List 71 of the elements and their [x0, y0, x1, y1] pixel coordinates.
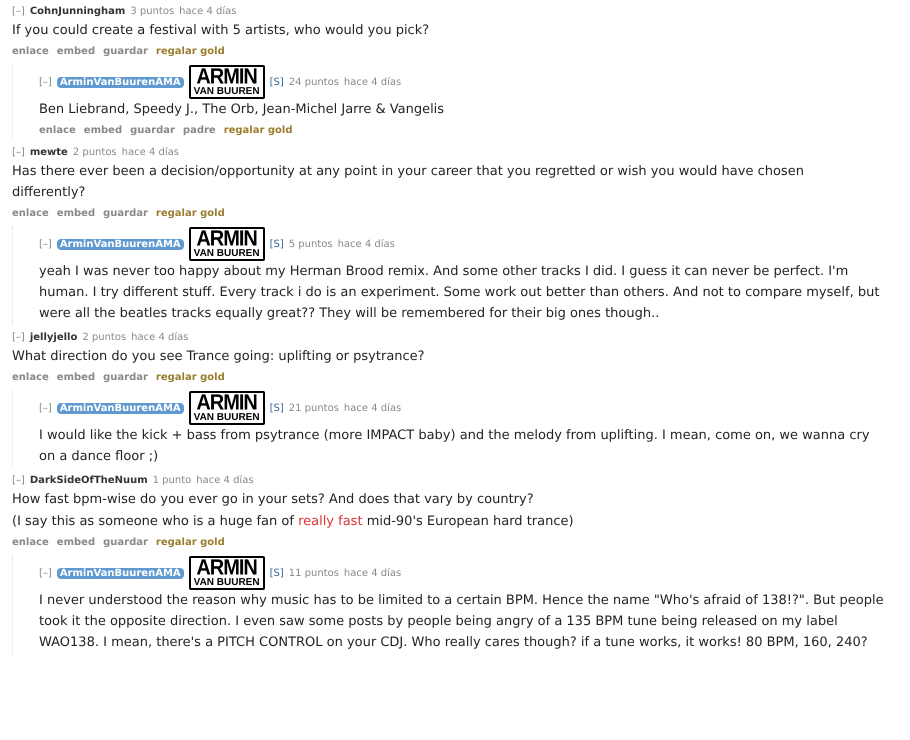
comment-score: 1 punto — [152, 474, 192, 486]
comment-time: hace 4 días — [179, 6, 236, 16]
comment-score: 3 puntos — [130, 6, 174, 16]
username-link[interactable]: mewte — [30, 146, 68, 158]
username-link[interactable]: ArminVanBuurenAMA — [56, 568, 184, 578]
comment-action-link[interactable]: guardar — [103, 208, 148, 219]
username-link[interactable]: ArminVanBuurenAMA — [56, 238, 184, 250]
comment-time: hace 4 días — [122, 146, 179, 158]
comment-action-link[interactable]: enlace — [12, 46, 49, 57]
comment-action-link[interactable]: embed — [56, 46, 96, 57]
comment-text: I never understood the reason why music has to be limited to a certain BPM. Hence the name "Who's afraid of 138!?". But people took it the opposite direction. I even saw some posts by people being angry of a 135 BPM tune being released on my label WAO138. I mean, there's a PITCH CONTROL on your CDJ. Who really cares though? if a tune works, it works! 80 BPM, 160, 240? — [39, 592, 885, 652]
gift-award-link[interactable]: regalar gold — [156, 537, 225, 548]
collapse-toggle[interactable]: [–] — [12, 474, 25, 486]
user-flair: ARMIN VAN BUUREN — [188, 227, 265, 261]
comment-time: hace 4 días — [338, 238, 395, 250]
comment-score: 24 puntos — [288, 76, 339, 88]
comment-action-link[interactable]: embed — [56, 537, 96, 548]
comment-text: I would like the kick + bass from psytrance (more IMPACT baby) and the melody from uplifting. I mean, come on, we wanna cry on a dance floor ;) — [39, 427, 871, 466]
comment-score: 2 puntos — [72, 146, 117, 158]
user-flair: ARMIN VAN BUUREN — [188, 556, 265, 590]
comment-action-link[interactable]: enlace — [12, 537, 49, 548]
comment-score: 5 puntos — [288, 238, 333, 250]
comment-action-link[interactable]: enlace — [12, 372, 49, 383]
submitter-tag: [S] — [270, 238, 284, 250]
gift-award-link[interactable]: regalar gold — [156, 372, 225, 383]
comment-score: 21 puntos — [288, 402, 339, 414]
comment-score: 11 puntos — [288, 568, 339, 578]
collapse-toggle[interactable]: [–] — [39, 568, 52, 578]
collapse-toggle[interactable]: [–] — [12, 6, 25, 16]
comment-action-link[interactable]: embed — [56, 372, 96, 383]
user-flair: ARMIN VAN BUUREN — [188, 391, 265, 425]
comment-time: hace 4 días — [344, 402, 402, 414]
comment-text: Has there ever been a decision/opportunity at any point in your career that you regretted or wish you would have chosen differently? — [12, 163, 805, 202]
username-link[interactable]: ArminVanBuurenAMA — [56, 76, 184, 88]
text-link[interactable]: really fast — [298, 514, 363, 529]
comment-text: yeah I was never too happy about my Herman Brood remix. And some other tracks I did. I guess it can never be perfect. I'm human. I try different stuff. Every track i do is an experiment. Some work out better than others. And not to compare myself, but were all the beatles tracks equally great?? They will be remembered for their big ones though.. — [39, 263, 880, 323]
submitter-tag: [S] — [270, 568, 284, 578]
comment-text: Ben Liebrand, Speedy J., The Orb, Jean-Michel Jarre & Vangelis — [39, 101, 446, 119]
gift-award-link[interactable]: regalar gold — [156, 208, 225, 219]
comment-text: (I say this as someone who is a huge fan of really fast mid-90's European hard trance) — [12, 513, 575, 531]
comment-time: hace 4 días — [344, 568, 402, 578]
comment-action-link[interactable]: enlace — [39, 125, 76, 136]
collapse-toggle[interactable]: [–] — [12, 146, 25, 158]
submitter-tag: [S] — [270, 76, 284, 88]
comment-time: hace 4 días — [344, 76, 402, 88]
comment-action-link[interactable]: guardar — [130, 125, 175, 136]
comment-score: 2 puntos — [82, 332, 126, 342]
comment-action-link[interactable]: enlace — [12, 208, 49, 219]
gift-award-link[interactable]: regalar gold — [224, 125, 293, 136]
gift-award-link[interactable]: regalar gold — [156, 46, 225, 57]
comment-text: What direction do you see Trance going: uplifting or psytrance? — [12, 348, 426, 366]
submitter-tag: [S] — [270, 402, 284, 414]
comment-action-link[interactable]: embed — [84, 125, 122, 136]
comment-action-link[interactable]: guardar — [103, 537, 148, 548]
comment-action-link[interactable]: guardar — [103, 372, 148, 383]
collapse-toggle[interactable]: [–] — [39, 238, 52, 250]
user-flair: ARMIN VAN BUUREN — [188, 65, 265, 99]
comment-text: If you could create a festival with 5 artists, who would you pick? — [12, 22, 430, 40]
comment-action-link[interactable]: guardar — [103, 46, 148, 57]
username-link[interactable]: jellyjello — [30, 332, 78, 342]
comment-time: hace 4 días — [131, 332, 188, 342]
username-link[interactable]: CohnJunningham — [30, 6, 126, 16]
username-link[interactable]: ArminVanBuurenAMA — [56, 402, 184, 414]
collapse-toggle[interactable]: [–] — [12, 332, 25, 342]
comment-action-link[interactable]: embed — [56, 208, 96, 219]
collapse-toggle[interactable]: [–] — [39, 402, 52, 414]
collapse-toggle[interactable]: [–] — [39, 76, 52, 88]
comment-text: How fast bpm-wise do you ever go in your sets? And does that vary by country? — [12, 491, 535, 509]
comment-time: hace 4 días — [196, 474, 254, 486]
username-link[interactable]: DarkSideOfTheNuum — [30, 474, 148, 486]
comment-action-link[interactable]: padre — [182, 125, 216, 136]
